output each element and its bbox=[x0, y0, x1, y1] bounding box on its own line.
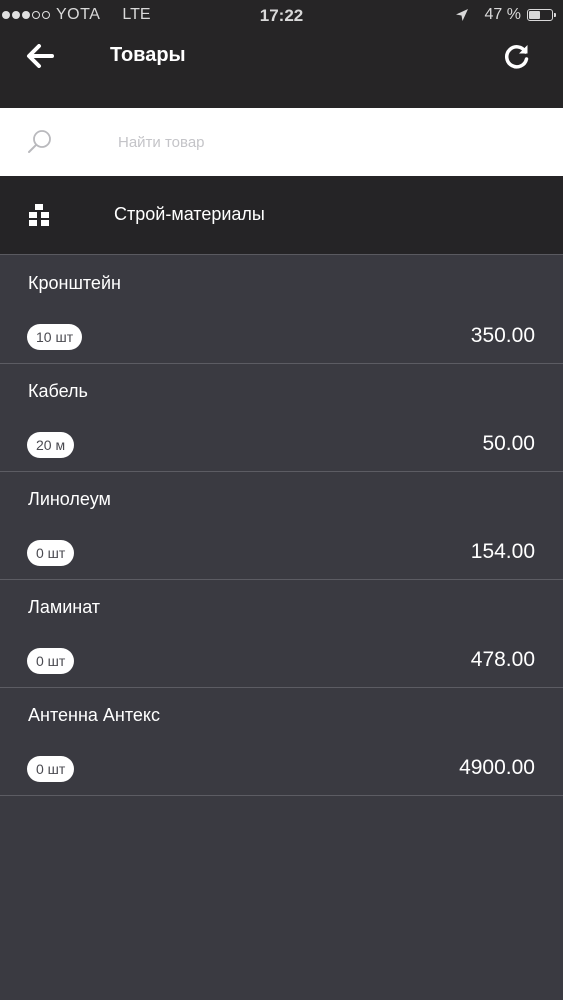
product-price: 350.00 bbox=[470, 324, 535, 347]
product-name: Ламинат bbox=[28, 597, 101, 617]
product-price: 478.00 bbox=[470, 648, 535, 671]
quantity-badge: 10 шт bbox=[27, 324, 83, 350]
quantity-badge: 0 шт bbox=[27, 540, 75, 566]
product-item[interactable]: Ламинат 0 шт 478.00 bbox=[0, 580, 563, 688]
search-input[interactable] bbox=[118, 126, 538, 158]
page-title: Товары bbox=[110, 44, 186, 66]
battery-percentage: 47 % bbox=[484, 6, 521, 23]
search-icon bbox=[28, 130, 51, 153]
quantity-badge: 0 шт bbox=[27, 648, 75, 674]
category-selector[interactable]: Строй-материалы bbox=[0, 176, 563, 255]
refresh-icon bbox=[505, 45, 529, 69]
battery-level bbox=[529, 11, 541, 19]
product-item[interactable]: Антенна Антекс 0 шт 4900.00 bbox=[0, 688, 563, 796]
status-right: 47 % bbox=[455, 6, 556, 24]
back-button[interactable] bbox=[22, 38, 58, 74]
boxes-icon bbox=[29, 204, 49, 226]
product-item[interactable]: Кронштейн 10 шт 350.00 bbox=[0, 256, 563, 364]
search-bar bbox=[0, 108, 563, 176]
quantity-badge: 20 м bbox=[27, 432, 75, 458]
nav-bar: Товары bbox=[0, 34, 563, 108]
product-name: Кронштейн bbox=[28, 273, 121, 293]
arrow-left-icon bbox=[27, 44, 54, 68]
category-label: Строй-материалы bbox=[114, 204, 265, 224]
product-price: 154.00 bbox=[470, 540, 535, 563]
product-item[interactable]: Линолеум 0 шт 154.00 bbox=[0, 472, 563, 580]
product-price: 4900.00 bbox=[459, 756, 535, 779]
quantity-badge: 0 шт bbox=[27, 756, 75, 782]
status-bar: YOTA LTE 17:22 47 % bbox=[0, 0, 563, 34]
battery-icon bbox=[527, 9, 556, 21]
product-price: 50.00 bbox=[482, 432, 535, 455]
location-arrow-icon bbox=[455, 9, 468, 21]
product-name: Антенна Антекс bbox=[28, 705, 160, 725]
product-name: Линолеум bbox=[28, 489, 111, 509]
product-name: Кабель bbox=[28, 381, 88, 401]
product-item[interactable]: Кабель 20 м 50.00 bbox=[0, 364, 563, 472]
product-list: Кронштейн 10 шт 350.00 Кабель 20 м 50.00… bbox=[0, 256, 563, 796]
refresh-button[interactable] bbox=[499, 38, 535, 74]
